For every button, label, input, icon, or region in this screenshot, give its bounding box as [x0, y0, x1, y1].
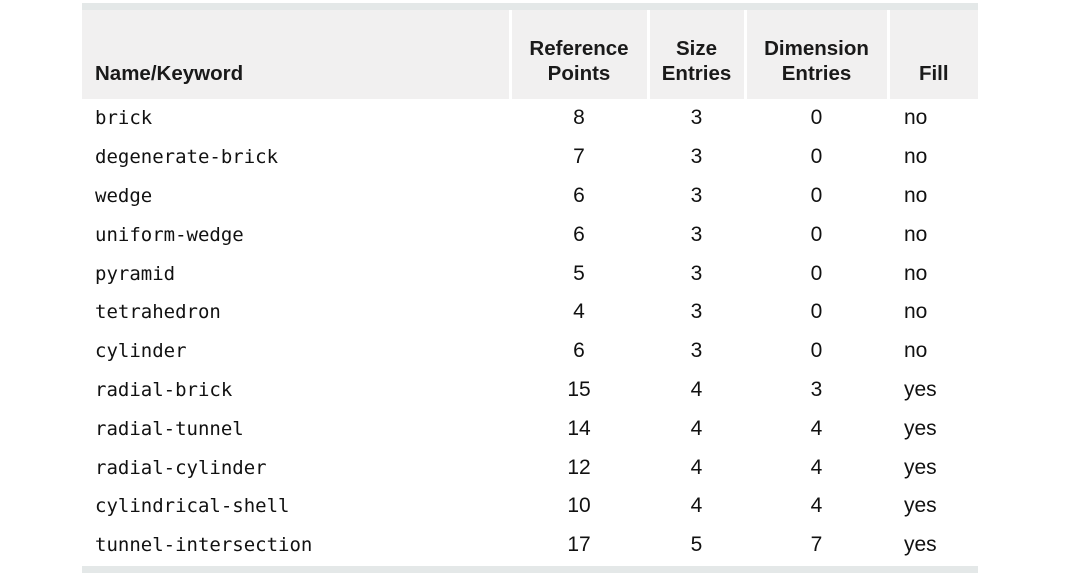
cell-fill: yes [888, 525, 978, 565]
cell-name-keyword: brick [82, 99, 510, 138]
cell-fill: no [888, 254, 978, 293]
cell-fill: yes [888, 486, 978, 526]
table-row: radial-brick 15 4 3 yes [82, 370, 978, 410]
cell-reference-points: 14 [510, 409, 648, 449]
table-body: brick 8 3 0 no degenerate-brick 7 3 0 no wedge 6 3 0 n… [82, 99, 978, 565]
cell-reference-points: 15 [510, 370, 648, 410]
cell-name-keyword: radial-cylinder [82, 448, 510, 487]
cell-size-entries: 3 [648, 99, 745, 138]
table-header: Name/Keyword Reference Points Size Entri… [82, 10, 978, 99]
cell-size-entries: 3 [648, 254, 745, 293]
cell-fill: yes [888, 409, 978, 449]
cell-dimension-entries: 0 [745, 137, 888, 177]
cell-size-entries: 3 [648, 292, 745, 332]
cell-size-entries: 3 [648, 137, 745, 177]
table-container: Name/Keyword Reference Points Size Entri… [82, 10, 978, 565]
column-header-size-entries-line2: Entries [661, 62, 732, 85]
cell-reference-points: 5 [510, 254, 648, 293]
table-row: radial-tunnel 14 4 4 yes [82, 409, 978, 449]
cell-dimension-entries: 4 [745, 409, 888, 449]
cell-dimension-entries: 0 [745, 99, 888, 138]
cell-fill: no [888, 215, 978, 255]
cell-name-keyword: radial-brick [82, 370, 510, 410]
cell-fill: yes [888, 448, 978, 487]
column-header-dimension-entries: Dimension Entries [745, 10, 890, 99]
cell-name-keyword: radial-tunnel [82, 409, 510, 449]
column-header-dimension-entries-line1: Dimension [764, 37, 869, 60]
cell-dimension-entries: 0 [745, 331, 888, 371]
cell-reference-points: 6 [510, 215, 648, 255]
page-root: Name/Keyword Reference Points Size Entri… [0, 0, 1080, 581]
shape-spec-table: Name/Keyword Reference Points Size Entri… [82, 10, 978, 565]
column-header-reference-points: Reference Points [510, 10, 650, 99]
table-row: wedge 6 3 0 no [82, 176, 978, 216]
cell-name-keyword: uniform-wedge [82, 215, 510, 255]
cell-size-entries: 5 [648, 525, 745, 565]
table-row: radial-cylinder 12 4 4 yes [82, 448, 978, 487]
cell-reference-points: 4 [510, 292, 648, 332]
cell-dimension-entries: 0 [745, 215, 888, 255]
cell-size-entries: 3 [648, 176, 745, 216]
table-row: tunnel-intersection 17 5 7 yes [82, 525, 978, 565]
cell-reference-points: 10 [510, 486, 648, 526]
cell-size-entries: 4 [648, 370, 745, 410]
cell-fill: yes [888, 370, 978, 410]
cell-fill: no [888, 176, 978, 216]
cell-name-keyword: wedge [82, 176, 510, 216]
cell-name-keyword: degenerate-brick [82, 137, 510, 177]
column-header-dimension-entries-line2: Entries [781, 62, 852, 85]
cell-dimension-entries: 7 [745, 525, 888, 565]
cell-dimension-entries: 4 [745, 448, 888, 487]
column-header-name-keyword-line1: Name/Keyword [95, 62, 244, 85]
table-bottom-rule [82, 566, 978, 573]
table-row: tetrahedron 4 3 0 no [82, 292, 978, 332]
cell-size-entries: 3 [648, 331, 745, 371]
cell-dimension-entries: 3 [745, 370, 888, 410]
cell-reference-points: 6 [510, 331, 648, 371]
cell-name-keyword: tetrahedron [82, 292, 510, 332]
cell-reference-points: 7 [510, 137, 648, 177]
column-header-fill-line1: Fill [918, 62, 949, 85]
column-header-name-keyword: Name/Keyword [82, 10, 512, 99]
cell-reference-points: 6 [510, 176, 648, 216]
cell-fill: no [888, 137, 978, 177]
table-row: cylinder 6 3 0 no [82, 331, 978, 371]
cell-fill: no [888, 331, 978, 371]
table-row: pyramid 5 3 0 no [82, 254, 978, 293]
table-row: degenerate-brick 7 3 0 no [82, 137, 978, 177]
column-header-fill: Fill [888, 10, 978, 99]
cell-dimension-entries: 0 [745, 254, 888, 293]
table-row: uniform-wedge 6 3 0 no [82, 215, 978, 255]
cell-size-entries: 4 [648, 486, 745, 526]
cell-dimension-entries: 4 [745, 486, 888, 526]
column-header-size-entries: Size Entries [648, 10, 747, 99]
cell-name-keyword: tunnel-intersection [82, 525, 510, 565]
cell-fill: no [888, 99, 978, 138]
cell-size-entries: 4 [648, 448, 745, 487]
cell-fill: no [888, 292, 978, 332]
cell-dimension-entries: 0 [745, 176, 888, 216]
cell-reference-points: 8 [510, 99, 648, 138]
column-header-reference-points-line1: Reference [529, 37, 629, 60]
cell-name-keyword: pyramid [82, 254, 510, 293]
cell-size-entries: 4 [648, 409, 745, 449]
table-row: cylindrical-shell 10 4 4 yes [82, 486, 978, 526]
table-top-rule [82, 3, 978, 10]
cell-reference-points: 12 [510, 448, 648, 487]
cell-reference-points: 17 [510, 525, 648, 565]
cell-dimension-entries: 0 [745, 292, 888, 332]
column-header-size-entries-line1: Size [675, 37, 718, 60]
cell-size-entries: 3 [648, 215, 745, 255]
table-header-row: Name/Keyword Reference Points Size Entri… [82, 10, 978, 99]
column-header-reference-points-line2: Points [547, 62, 611, 85]
table-row: brick 8 3 0 no [82, 99, 978, 138]
cell-name-keyword: cylinder [82, 331, 510, 371]
cell-name-keyword: cylindrical-shell [82, 486, 510, 526]
